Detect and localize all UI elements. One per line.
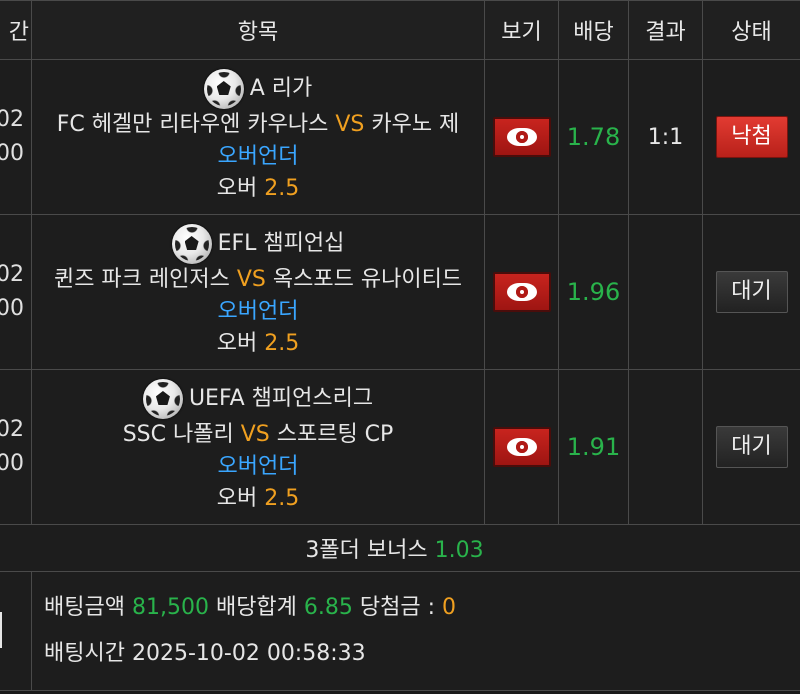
- bet-item: EFL 챔피언십 퀸즈 파크 레인저스 VS 옥스포드 유나이티드 오버언더 오…: [31, 214, 485, 370]
- vs-label: VS: [236, 267, 266, 292]
- bet-odds: 1.96: [558, 214, 629, 370]
- league-line: UEFA 챔피언스리그: [33, 379, 484, 419]
- view-cell: [484, 214, 559, 370]
- bet-date: 02 00: [0, 369, 32, 525]
- status-badge: 낙첨: [715, 116, 788, 158]
- bet-time: 2025-10-02 00:58:33: [131, 641, 366, 666]
- eye-icon: [506, 128, 537, 146]
- bet-item: A 리가 FC 헤겔만 리타우엔 카우나스 VS 카우노 제 오버언더 오버 2…: [31, 59, 485, 215]
- bet-date-line: 02: [0, 107, 24, 132]
- view-button[interactable]: [492, 427, 551, 467]
- pick-value: 2.5: [264, 176, 300, 201]
- bonus-label: 3폴더 보너스: [305, 538, 428, 563]
- payout-label: 당첨금 :: [359, 595, 436, 620]
- bet-time-label: 배팅시간: [44, 641, 125, 666]
- market-type: 오버언더: [217, 299, 299, 324]
- bet-time-line: 00: [0, 451, 24, 476]
- league-name: A 리가: [249, 76, 313, 101]
- vs-label: VS: [335, 112, 365, 137]
- summary-amounts: 배팅금액 81,500 배당합계 6.85 당첨금 : 0: [44, 585, 800, 631]
- status-badge: 대기: [715, 426, 788, 468]
- bet-history-panel: 간 항목 보기 배당 결과 상태 02 00 A 리가 FC 헤겔만 리타우엔 …: [0, 0, 800, 694]
- view-button[interactable]: [492, 272, 551, 312]
- pick-line: 오버 2.5: [33, 483, 484, 515]
- match-line: FC 헤겔만 리타우엔 카우나스 VS 카우노 제: [33, 109, 484, 141]
- bet-slip-table: 간 항목 보기 배당 결과 상태 02 00 A 리가 FC 헤겔만 리타우엔 …: [0, 0, 800, 691]
- league-line: A 리가: [33, 69, 484, 109]
- pick-value: 2.5: [264, 486, 300, 511]
- view-cell: [484, 369, 559, 525]
- pick-line: 오버 2.5: [33, 173, 484, 205]
- bet-item: UEFA 챔피언스리그 SSC 나폴리 VS 스포르팅 CP 오버언더 오버 2…: [31, 369, 485, 525]
- header-view: 보기: [484, 0, 559, 60]
- eye-icon: [506, 438, 537, 456]
- bet-row: 02 00 EFL 챔피언십 퀸즈 파크 레인저스 VS 옥스포드 유나이티드 …: [0, 214, 800, 370]
- view-button[interactable]: [492, 117, 551, 157]
- bet-result: [628, 369, 703, 525]
- league-name: UEFA 챔피언스리그: [188, 386, 374, 411]
- header-status: 상태: [702, 0, 800, 60]
- away-team: 스포르팅 CP: [276, 422, 394, 447]
- market-type: 오버언더: [217, 144, 299, 169]
- folder-bonus: 3폴더 보너스 1.03: [0, 524, 800, 572]
- bet-row: 02 00 A 리가 FC 헤겔만 리타우엔 카우나스 VS 카우노 제 오버언…: [0, 59, 800, 215]
- status-badge: 대기: [715, 271, 788, 313]
- bet-amount-label: 배팅금액: [44, 595, 125, 620]
- league-name: EFL 챔피언십: [217, 231, 345, 256]
- odds-total: 6.85: [303, 595, 353, 620]
- header-result: 결과: [628, 0, 703, 60]
- home-team: FC 헤겔만 리타우엔 카우나스: [56, 112, 329, 137]
- payout-value: 0: [442, 595, 457, 620]
- match-line: SSC 나폴리 VS 스포르팅 CP: [33, 419, 484, 451]
- bet-result: [628, 214, 703, 370]
- bet-date-line: 02: [0, 417, 24, 442]
- bet-row: 02 00 UEFA 챔피언스리그 SSC 나폴리 VS 스포르팅 CP 오버언…: [0, 369, 800, 525]
- bet-time-line: 00: [0, 296, 24, 321]
- header-item: 항목: [31, 0, 485, 60]
- status-cell: 대기: [702, 214, 800, 370]
- pick-label: 오버: [216, 176, 258, 201]
- view-cell: [484, 59, 559, 215]
- away-team: 옥스포드 유나이티드: [272, 267, 463, 292]
- match-line: 퀸즈 파크 레인저스 VS 옥스포드 유나이티드: [33, 264, 484, 296]
- table-header-row: 간 항목 보기 배당 결과 상태: [0, 0, 800, 60]
- soccer-ball-icon: [171, 224, 212, 264]
- market-type: 오버언더: [217, 454, 299, 479]
- row-selector[interactable]: [0, 571, 32, 691]
- bet-odds: 1.78: [558, 59, 629, 215]
- status-cell: 낙첨: [702, 59, 800, 215]
- away-team: 카우노 제: [371, 112, 460, 137]
- league-line: EFL 챔피언십: [33, 224, 484, 264]
- bet-result: 1:1: [628, 59, 703, 215]
- pick-label: 오버: [216, 486, 258, 511]
- bet-date: 02 00: [0, 59, 32, 215]
- header-odds: 배당: [558, 0, 629, 60]
- odds-total-label: 배당합계: [215, 595, 297, 620]
- bet-summary: 배팅금액 81,500 배당합계 6.85 당첨금 : 0 배팅시간 2025-…: [31, 571, 800, 691]
- bet-date: 02 00: [0, 214, 32, 370]
- pick-value: 2.5: [264, 331, 300, 356]
- summary-time: 배팅시간 2025-10-02 00:58:33: [44, 631, 800, 677]
- vs-label: VS: [240, 422, 270, 447]
- status-cell: 대기: [702, 369, 800, 525]
- home-team: 퀸즈 파크 레인저스: [53, 267, 230, 292]
- bonus-row: 3폴더 보너스 1.03: [0, 524, 800, 572]
- bet-date-line: 02: [0, 262, 24, 287]
- selector-bar-icon: [0, 612, 2, 648]
- soccer-ball-icon: [203, 69, 244, 109]
- bet-amount: 81,500: [131, 595, 209, 620]
- bonus-value: 1.03: [434, 538, 484, 563]
- bet-time-line: 00: [0, 141, 24, 166]
- pick-label: 오버: [216, 331, 258, 356]
- soccer-ball-icon: [142, 379, 183, 419]
- pick-line: 오버 2.5: [33, 328, 484, 360]
- summary-row: 배팅금액 81,500 배당합계 6.85 당첨금 : 0 배팅시간 2025-…: [0, 571, 800, 691]
- eye-icon: [506, 283, 537, 301]
- header-date: 간: [0, 0, 32, 60]
- home-team: SSC 나폴리: [122, 422, 234, 447]
- bet-odds: 1.91: [558, 369, 629, 525]
